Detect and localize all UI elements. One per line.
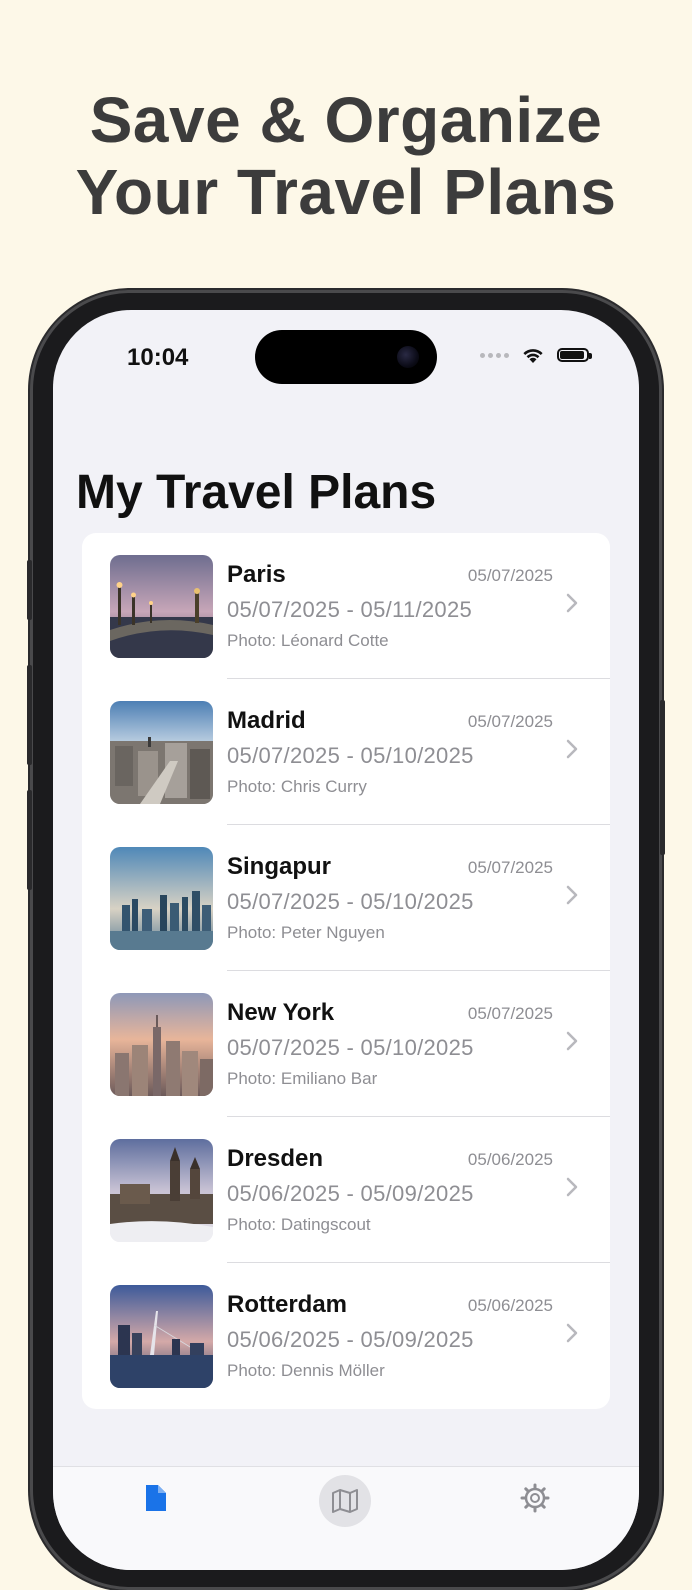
trip-created-date: 05/07/2025 — [467, 566, 553, 585]
status-time: 10:04 — [127, 344, 189, 371]
trip-photo — [110, 1285, 213, 1388]
trip-created-date: 05/06/2025 — [467, 1150, 553, 1169]
chevron-right-icon — [566, 593, 578, 613]
page-title: My Travel Plans — [76, 466, 437, 519]
dynamic-island — [255, 330, 437, 384]
camera-icon — [397, 346, 419, 368]
chevron-right-icon — [566, 885, 578, 905]
map-icon — [332, 1489, 358, 1513]
trip-row-madrid[interactable]: Madrid 05/07/2025 05/07/2025 - 05/10/202… — [82, 679, 610, 825]
trip-date-range: 05/06/2025 - 05/09/2025 — [227, 1327, 474, 1352]
gear-icon[interactable] — [520, 1483, 550, 1513]
trip-row-paris[interactable]: Paris 05/07/2025 05/07/2025 - 05/11/2025… — [82, 533, 610, 679]
trip-photo — [110, 701, 213, 804]
trip-list: Paris 05/07/2025 05/07/2025 - 05/11/2025… — [82, 533, 610, 1409]
trip-date-range: 05/07/2025 - 05/10/2025 — [227, 1035, 474, 1060]
map-tab-button[interactable] — [319, 1475, 371, 1527]
trip-date-range: 05/07/2025 - 05/10/2025 — [227, 743, 474, 768]
trip-photo — [110, 555, 213, 658]
trip-created-date: 05/07/2025 — [467, 858, 553, 877]
phone-button-volume-up — [27, 665, 32, 765]
photo-credit: Photo: Emiliano Bar — [227, 1069, 378, 1088]
trip-city: Madrid — [227, 707, 306, 734]
document-icon[interactable] — [143, 1483, 169, 1513]
battery-icon — [557, 348, 592, 362]
trip-date-range: 05/07/2025 - 05/11/2025 — [227, 597, 473, 622]
phone-button-action — [27, 560, 32, 620]
tab-bar — [53, 1466, 639, 1570]
trip-photo — [110, 847, 213, 950]
photo-credit: Photo: Peter Nguyen — [227, 923, 385, 942]
trip-row-new-york[interactable]: New York 05/07/2025 05/07/2025 - 05/10/2… — [82, 971, 610, 1117]
wifi-icon — [523, 349, 543, 363]
trip-city: New York — [227, 999, 335, 1026]
trip-row-rotterdam[interactable]: Rotterdam 05/06/2025 05/06/2025 - 05/09/… — [82, 1263, 610, 1409]
chevron-right-icon — [566, 739, 578, 759]
trip-city: Paris — [227, 561, 286, 588]
trip-created-date: 05/07/2025 — [467, 1004, 553, 1023]
signal-dots-icon — [480, 352, 509, 358]
trip-city: Dresden — [227, 1145, 324, 1172]
phone-button-volume-down — [27, 790, 32, 890]
headline-line-1: Save & Organize — [89, 84, 603, 156]
chevron-right-icon — [566, 1177, 578, 1197]
trip-city: Singapur — [227, 853, 332, 880]
trip-created-date: 05/06/2025 — [467, 1296, 553, 1315]
status-icons — [480, 346, 592, 364]
trip-photo — [110, 993, 213, 1096]
trip-photo — [110, 1139, 213, 1242]
trip-city: Rotterdam — [227, 1291, 348, 1318]
photo-credit: Photo: Datingscout — [227, 1215, 371, 1234]
trip-row-singapur[interactable]: Singapur 05/07/2025 05/07/2025 - 05/10/2… — [82, 825, 610, 971]
phone-screen: 10:04 My Travel Plans Paris 05/07/2025 0… — [53, 310, 639, 1570]
headline-line-2: Your Travel Plans — [75, 156, 617, 228]
chevron-right-icon — [566, 1323, 578, 1343]
trip-date-range: 05/07/2025 - 05/10/2025 — [227, 889, 474, 914]
trip-row-dresden[interactable]: Dresden 05/06/2025 05/06/2025 - 05/09/20… — [82, 1117, 610, 1263]
promo-headline: Save & Organize Your Travel Plans — [0, 84, 692, 228]
trip-created-date: 05/07/2025 — [467, 712, 553, 731]
photo-credit: Photo: Dennis Möller — [227, 1361, 385, 1380]
chevron-right-icon — [566, 1031, 578, 1051]
phone-button-power — [660, 700, 665, 855]
trip-date-range: 05/06/2025 - 05/09/2025 — [227, 1181, 474, 1206]
photo-credit: Photo: Léonard Cotte — [227, 631, 389, 650]
photo-credit: Photo: Chris Curry — [227, 777, 367, 796]
